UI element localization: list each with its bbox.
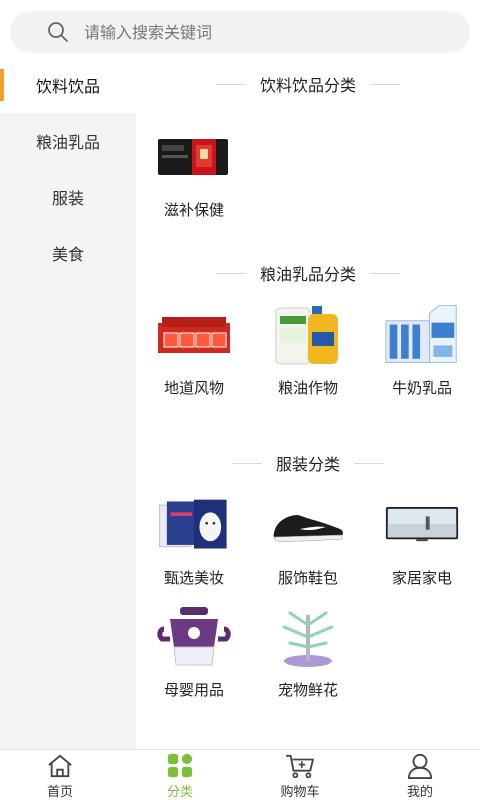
tab-label: 首页 bbox=[46, 785, 73, 800]
section-title-clothing: 服装分类 bbox=[136, 448, 480, 478]
sidebar-item-food[interactable]: 美食 bbox=[0, 225, 136, 281]
rice-and-oil-image bbox=[270, 305, 346, 365]
divider-line bbox=[215, 83, 246, 85]
tab-label: 购物车 bbox=[280, 785, 320, 800]
tab-label: 我的 bbox=[406, 785, 433, 800]
search-icon bbox=[48, 22, 68, 42]
divider-line bbox=[215, 272, 246, 274]
tonic-gift-box-image bbox=[156, 127, 232, 187]
bottom-tab-bar: 首页 分类 购物车 我的 bbox=[0, 749, 480, 800]
category-item-local-specialty[interactable]: 地道风物 bbox=[144, 305, 244, 415]
category-item-pets-flowers[interactable]: 宠物鲜花 bbox=[258, 607, 358, 717]
bottle-drying-rack-image bbox=[270, 607, 346, 667]
category-item-label: 甄选美妆 bbox=[163, 569, 224, 587]
divider-line bbox=[231, 462, 262, 464]
milk-carton-image bbox=[384, 305, 460, 365]
search-header bbox=[0, 0, 480, 64]
section-title-drinks: 饮料饮品分类 bbox=[136, 69, 480, 99]
sneaker-image bbox=[270, 495, 346, 555]
face-mask-pack-image bbox=[156, 495, 232, 555]
television-image bbox=[384, 495, 460, 555]
category-item-beauty[interactable]: 甄选美妆 bbox=[144, 495, 244, 605]
category-item-home-appliances[interactable]: 家居家电 bbox=[372, 495, 472, 605]
category-sidebar: 饮料饮品 粮油乳品 服装 美食 bbox=[0, 57, 136, 749]
home-icon bbox=[48, 754, 72, 778]
category-item-label: 宠物鲜花 bbox=[277, 681, 338, 699]
divider-line bbox=[354, 462, 384, 464]
category-item-milk-dairy[interactable]: 牛奶乳品 bbox=[372, 305, 472, 415]
section-title-text: 服装分类 bbox=[275, 455, 340, 474]
tab-label: 分类 bbox=[166, 785, 193, 800]
tab-home[interactable]: 首页 bbox=[0, 750, 120, 800]
tab-mine[interactable]: 我的 bbox=[360, 750, 480, 800]
category-content: 饮料饮品分类 滋补保健 粮油乳品分类 地道风物 粮油作物 牛奶乳品 服装分类 甄… bbox=[136, 57, 480, 749]
category-grid-icon bbox=[167, 753, 193, 778]
search-bar[interactable] bbox=[10, 11, 470, 53]
divider-line bbox=[370, 83, 400, 85]
category-item-mother-baby[interactable]: 母婴用品 bbox=[144, 607, 244, 717]
sidebar-item-clothing[interactable]: 服装 bbox=[0, 169, 136, 225]
category-item-label: 地道风物 bbox=[163, 379, 224, 397]
tab-cart[interactable]: 购物车 bbox=[240, 750, 360, 800]
category-item-label: 粮油作物 bbox=[277, 379, 338, 397]
category-item-label: 母婴用品 bbox=[163, 681, 224, 699]
user-icon bbox=[407, 753, 433, 779]
tab-category[interactable]: 分类 bbox=[120, 750, 240, 800]
category-item-label: 牛奶乳品 bbox=[391, 379, 452, 397]
divider-line bbox=[370, 272, 400, 274]
section-title-text: 饮料饮品分类 bbox=[259, 76, 356, 95]
search-input[interactable] bbox=[84, 22, 444, 42]
sidebar-item-drinks[interactable]: 饮料饮品 bbox=[0, 57, 136, 113]
sidebar-item-grain-oil-dairy[interactable]: 粮油乳品 bbox=[0, 113, 136, 169]
category-item-label: 服饰鞋包 bbox=[277, 569, 338, 587]
section-title-text: 粮油乳品分类 bbox=[259, 265, 356, 284]
cart-icon bbox=[286, 754, 314, 779]
category-item-grain-oil[interactable]: 粮油作物 bbox=[258, 305, 358, 415]
category-item-apparel-shoes-bags[interactable]: 服饰鞋包 bbox=[258, 495, 358, 605]
category-item-tonic[interactable]: 滋补保健 bbox=[144, 127, 244, 237]
section-title-grain-oil-dairy: 粮油乳品分类 bbox=[136, 258, 480, 288]
category-item-label: 家居家电 bbox=[391, 569, 452, 587]
baby-sippy-cup-image bbox=[156, 607, 232, 667]
category-item-label: 滋补保健 bbox=[163, 201, 224, 219]
red-gift-box-image bbox=[156, 305, 232, 365]
